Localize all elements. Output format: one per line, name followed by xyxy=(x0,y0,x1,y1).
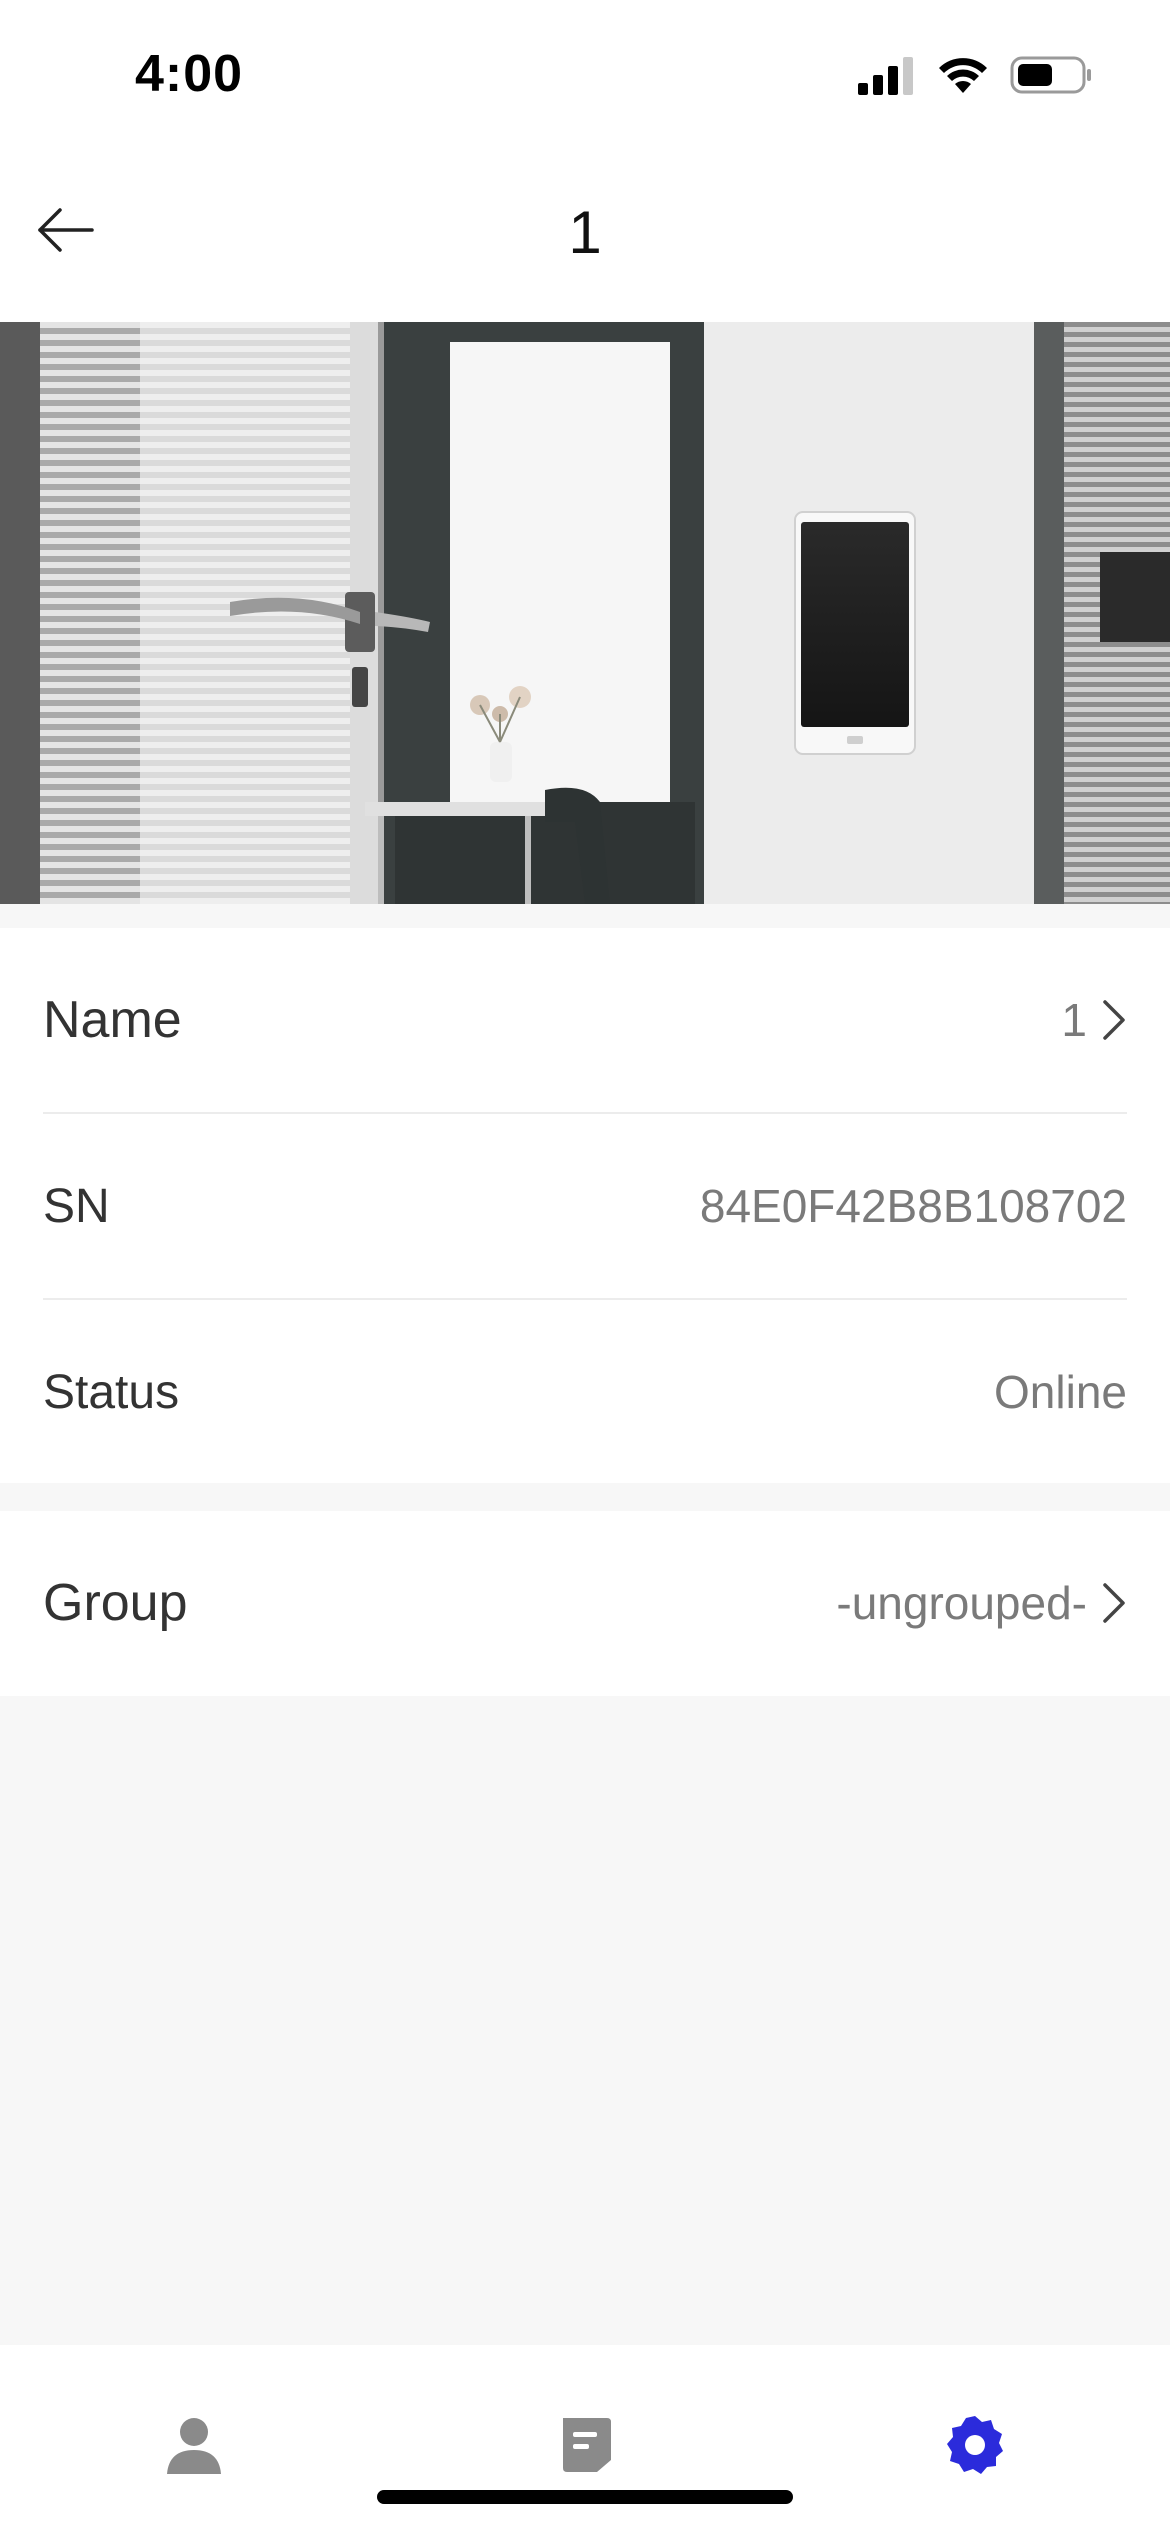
status-time: 4:00 xyxy=(135,45,244,103)
device-detail-screen: 4:00 1 Name 1 SN 84E0F42B8B108702 Status… xyxy=(0,0,1170,2532)
home-indicator xyxy=(377,2490,793,2504)
status-value: Online xyxy=(994,1366,1127,1418)
status-bar: 4:00 xyxy=(0,0,1170,150)
sn-label: SN xyxy=(43,1179,110,1233)
name-label: Name xyxy=(43,991,182,1049)
battery-icon xyxy=(1010,55,1092,100)
device-hero-image xyxy=(0,322,1170,904)
navigation-header: 1 xyxy=(0,150,1170,322)
status-icons xyxy=(858,55,1092,100)
status-row: Status Online xyxy=(43,1300,1127,1484)
tab-records[interactable] xyxy=(545,2405,625,2485)
cellular-signal-icon xyxy=(858,55,916,100)
document-icon xyxy=(563,2418,611,2472)
name-value: 1 xyxy=(1061,994,1087,1046)
group-row[interactable]: Group -ungrouped- xyxy=(43,1511,1127,1695)
chevron-right-icon xyxy=(1103,1000,1125,1040)
name-row[interactable]: Name 1 xyxy=(43,928,1127,1112)
tab-settings[interactable] xyxy=(935,2405,1015,2485)
sn-value: 84E0F42B8B108702 xyxy=(699,1180,1127,1232)
group-value: -ungrouped- xyxy=(836,1577,1087,1629)
group-value-wrap: -ungrouped- xyxy=(836,1576,1127,1630)
person-icon xyxy=(167,2418,221,2474)
tab-profile[interactable] xyxy=(154,2405,234,2485)
settings-gear-icon xyxy=(947,2416,1003,2474)
sn-row: SN 84E0F42B8B108702 xyxy=(43,1114,1127,1298)
group-card: Group -ungrouped- xyxy=(0,1511,1170,1696)
name-value-wrap: 1 xyxy=(1061,993,1127,1047)
status-label: Status xyxy=(43,1365,180,1419)
group-label: Group xyxy=(43,1574,188,1632)
wifi-icon xyxy=(938,55,988,100)
chevron-right-icon xyxy=(1103,1583,1125,1623)
page-title: 1 xyxy=(568,199,602,266)
device-info-card: Name 1 SN 84E0F42B8B108702 Status Online xyxy=(0,928,1170,1483)
